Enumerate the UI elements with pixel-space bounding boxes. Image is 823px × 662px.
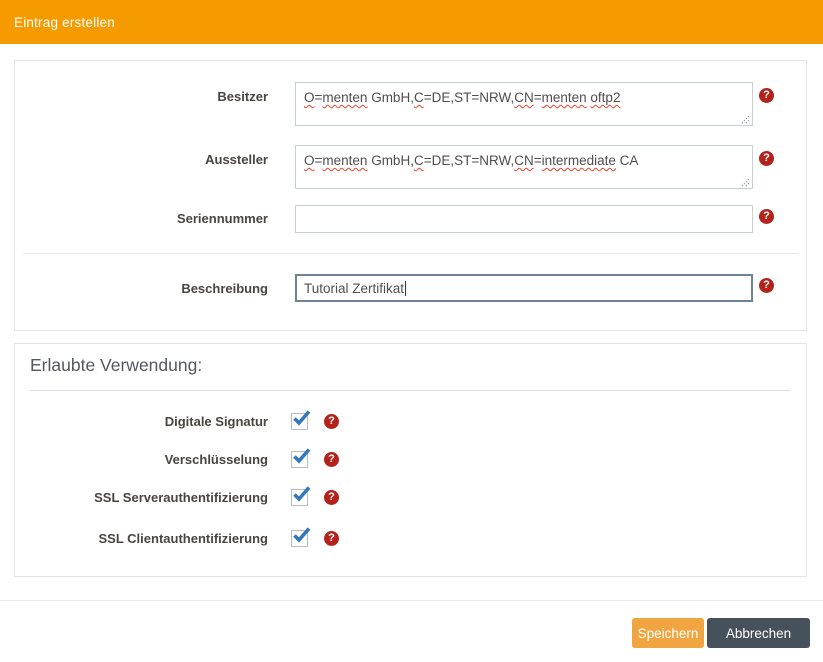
checkmark-icon: [292, 447, 311, 465]
digitale-signatur-checkbox[interactable]: [291, 413, 308, 430]
digitale-signatur-label: Digitale Signatur: [15, 414, 268, 429]
besitzer-textarea[interactable]: O=menten GmbH,C=DE,ST=NRW,CN=menten oftp…: [295, 82, 753, 126]
besitzer-help-icon[interactable]: ?: [759, 88, 774, 103]
usage-section-title: Erlaubte Verwendung:: [30, 355, 202, 376]
form-divider: [23, 253, 798, 254]
beschreibung-input[interactable]: Tutorial Zertifikat: [295, 274, 753, 302]
verschluesselung-help-icon[interactable]: ?: [324, 452, 339, 467]
verschluesselung-label: Verschlüsselung: [15, 452, 268, 467]
checkmark-icon: [292, 526, 311, 544]
digitale-signatur-help-icon[interactable]: ?: [324, 414, 339, 429]
seriennummer-label: Seriennummer: [15, 211, 268, 226]
dialog-header: Eintrag erstellen: [0, 0, 823, 44]
dialog-title: Eintrag erstellen: [14, 15, 115, 30]
ssl-server-label: SSL Serverauthentifizierung: [15, 490, 268, 505]
aussteller-value: O=menten GmbH,C=DE,ST=NRW,CN=intermediat…: [304, 153, 638, 168]
usage-divider: [30, 390, 791, 391]
ssl-client-checkbox[interactable]: [291, 530, 308, 547]
beschreibung-label: Beschreibung: [15, 281, 268, 296]
aussteller-textarea[interactable]: O=menten GmbH,C=DE,ST=NRW,CN=intermediat…: [295, 145, 753, 189]
certificate-form-panel: Besitzer O=menten GmbH,C=DE,ST=NRW,CN=me…: [14, 60, 807, 331]
aussteller-help-icon[interactable]: ?: [759, 151, 774, 166]
cancel-button[interactable]: Abbrechen: [707, 618, 810, 648]
resize-handle-icon[interactable]: [741, 177, 751, 187]
verschluesselung-checkbox[interactable]: [291, 451, 308, 468]
ssl-server-help-icon[interactable]: ?: [324, 490, 339, 505]
besitzer-value: O=menten GmbH,C=DE,ST=NRW,CN=menten oftp…: [304, 90, 620, 105]
page: { "dialog": { "title": "Eintrag erstelle…: [0, 0, 823, 662]
save-button[interactable]: Speichern: [632, 618, 704, 648]
besitzer-label: Besitzer: [15, 89, 268, 104]
seriennummer-help-icon[interactable]: ?: [759, 209, 774, 224]
ssl-server-checkbox[interactable]: [291, 489, 308, 506]
checkmark-icon: [292, 409, 311, 427]
resize-handle-icon[interactable]: [741, 114, 751, 124]
ssl-client-label: SSL Clientauthentifizierung: [15, 531, 268, 546]
usage-panel: Erlaubte Verwendung: Digitale Signatur ?…: [14, 343, 807, 577]
checkmark-icon: [292, 485, 311, 503]
beschreibung-value: Tutorial Zertifikat: [304, 281, 404, 296]
text-cursor: [405, 281, 406, 296]
beschreibung-help-icon[interactable]: ?: [759, 278, 774, 293]
seriennummer-input[interactable]: [295, 205, 753, 233]
footer-divider: [0, 600, 823, 601]
aussteller-label: Aussteller: [15, 152, 268, 167]
ssl-client-help-icon[interactable]: ?: [324, 531, 339, 546]
